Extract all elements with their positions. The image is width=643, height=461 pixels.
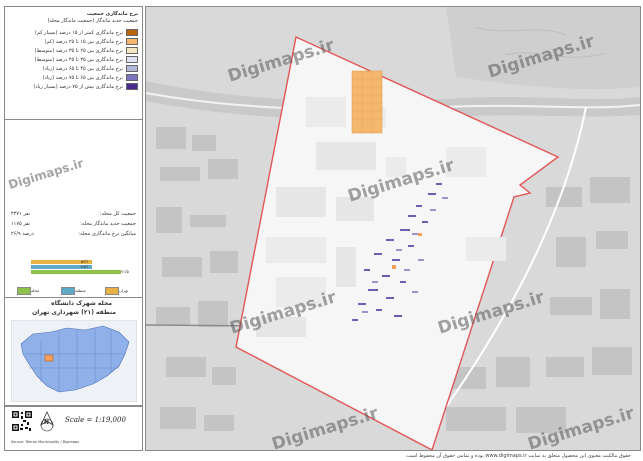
pill-label: تهران (119, 288, 129, 293)
pill-label: محله (31, 288, 40, 293)
stat-label: جمعیت کل محله: (99, 211, 136, 217)
stats-section: جمعیت کل محله: ۴۳۷۱ نفر جمعیت جدید ماندگ… (5, 119, 142, 299)
map-sheet: نرخ ماندگاری جمعیت جمعیت جدید ماندگار (ج… (0, 0, 643, 461)
legend-item: نرخ ماندگاری بین ۲۵ تا ۳۵ درصد (متوسط) (35, 47, 138, 54)
legend-swatch (126, 29, 138, 36)
legend-swatch (126, 38, 138, 45)
legend-item-label: نرخ ماندگاری بین ۱۵ تا ۲۵ درصد (کم) (44, 38, 123, 45)
legend-item: نرخ ماندگاری بین ۳۵ تا ۴۵ درصد (متوسط) (35, 56, 138, 63)
main-map[interactable]: Digimaps.ir Digimaps.ir Digimaps.ir Digi… (145, 6, 641, 451)
legend-swatch (126, 83, 138, 90)
stat-label: جمعیت جدید ماندگار محله: (80, 221, 136, 227)
legend-item: نرخ ماندگاری بین ۴۵ تا ۶۵ درصد (زیاد) (43, 65, 138, 72)
legend-item: نرخ ماندگاری کمتر از ۱۵ درصد (بسیار کم) (35, 29, 138, 36)
map-scale: Scale = 1:19,000 (65, 416, 126, 424)
pill-label: منطقه (75, 288, 86, 293)
stat-value: ۱۱۷۵ نفر (11, 221, 31, 227)
locator-title: محله شهرک دانشگاه (51, 300, 112, 307)
legend-swatch (126, 74, 138, 81)
source-credit: Source: Tehran Municipality / Digimaps (11, 440, 80, 444)
legend-panel: نرخ ماندگاری جمعیت جمعیت جدید ماندگار (ج… (4, 6, 143, 451)
legend-item-label: نرخ ماندگاری کمتر از ۱۵ درصد (بسیار کم) (34, 29, 123, 36)
legend-item: نرخ ماندگاری بیش از ۷۵ درصد (بسیار زیاد) (33, 83, 138, 90)
legend-pill-tehran (105, 287, 119, 295)
legend-swatch (126, 56, 138, 63)
legend-swatch (126, 65, 138, 72)
stat-value: ۲۶/۹ درصد (11, 231, 34, 237)
locator-subtitle: منطقه (۲۱) شهرداری تهران (32, 309, 116, 316)
stat-label: میانگین نرخ ماندگاری محله: (78, 231, 136, 237)
legend-item: نرخ ماندگاری بین ۶۵ تا ۷۵ درصد (زیاد) (43, 74, 138, 81)
copyright-footer: حقوق مالکیت معنوی این محصول متعلق به سای… (405, 453, 631, 459)
locator-section: محله شهرک دانشگاه منطقه (۲۱) شهرداری تهر… (5, 297, 142, 407)
map-canvas (146, 7, 640, 450)
legend-item: نرخ ماندگاری بین ۱۵ تا ۲۵ درصد (کم) (45, 38, 138, 45)
legend-item-label: نرخ ماندگاری بین ۳۵ تا ۴۵ درصد (متوسط) (34, 56, 123, 63)
stat-value: ۴۳۷۱ نفر (11, 211, 31, 217)
qr-code-icon (11, 410, 33, 432)
legend-section: نرخ ماندگاری جمعیت جمعیت جدید ماندگار (ج… (5, 7, 142, 192)
legend-subtitle: جمعیت جدید ماندگار (جمعیت ماندگار محله) (47, 18, 138, 24)
tehran-locator-map (11, 320, 137, 402)
legend-swatch (126, 47, 138, 54)
legend-pill-neighborhood (17, 287, 31, 295)
bar-value: ۴۸/۱ (81, 264, 89, 269)
footer-section: N Scale = 1:19,000 Source: Tehran Munici… (5, 405, 142, 450)
legend-title: نرخ ماندگاری جمعیت (86, 11, 138, 17)
north-label: N (44, 419, 50, 426)
legend-item-label: نرخ ماندگاری بین ۴۵ تا ۶۵ درصد (زیاد) (42, 65, 123, 72)
legend-item-label: نرخ ماندگاری بین ۲۵ تا ۳۵ درصد (متوسط) (34, 47, 123, 54)
legend-item-label: نرخ ماندگاری بیش از ۷۵ درصد (بسیار زیاد) (33, 83, 123, 90)
bar-neighborhood (31, 270, 122, 274)
legend-pill-region (61, 287, 75, 295)
legend-item-label: نرخ ماندگاری بین ۶۵ تا ۷۵ درصد (زیاد) (42, 74, 123, 81)
bar-value: ۷۱/۵ (121, 269, 129, 274)
